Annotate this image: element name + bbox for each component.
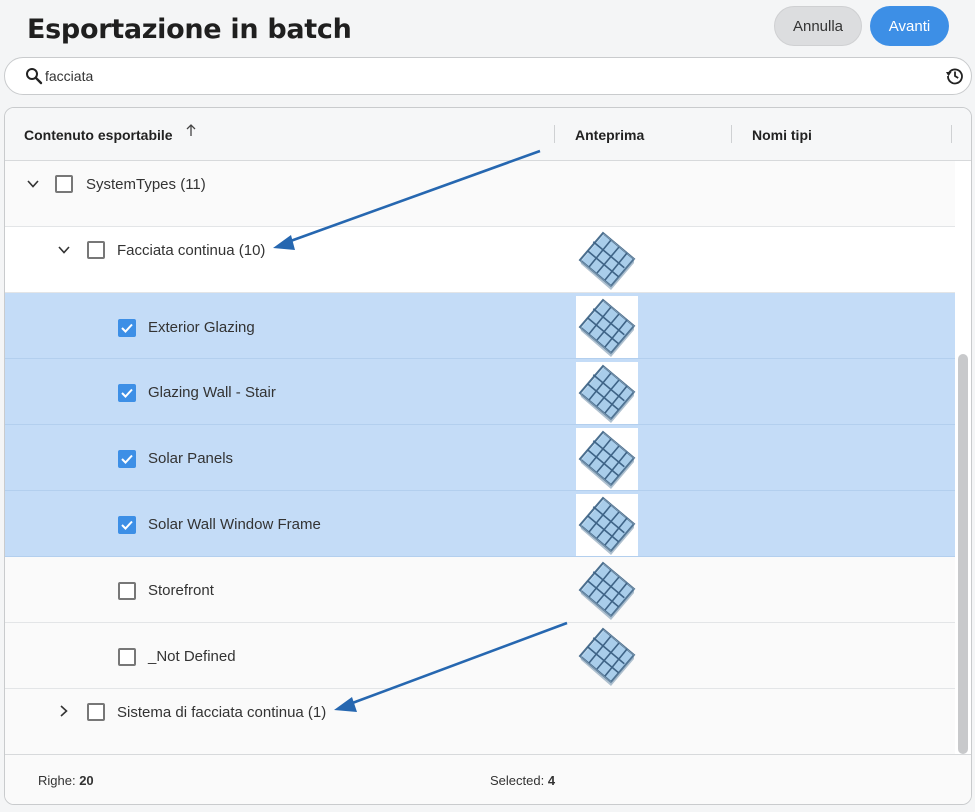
page-title: Esportazione in batch bbox=[27, 14, 352, 45]
chevron-right-icon[interactable] bbox=[57, 704, 71, 718]
curtain-wall-preview-icon bbox=[576, 362, 638, 424]
row-checkbox[interactable] bbox=[87, 703, 105, 721]
row-checkbox[interactable] bbox=[118, 516, 136, 534]
row-checkbox[interactable] bbox=[118, 319, 136, 337]
export-table: Contenuto esportabile Anteprima Nomi tip… bbox=[4, 107, 972, 805]
row-label: Storefront bbox=[148, 582, 214, 599]
curtain-wall-preview-icon bbox=[576, 625, 638, 687]
rows-count: Righe: 20 bbox=[38, 773, 94, 788]
row-checkbox[interactable] bbox=[118, 648, 136, 666]
table-row[interactable]: Exterior Glazing bbox=[5, 293, 955, 359]
chevron-down-icon[interactable] bbox=[57, 243, 71, 257]
table-row[interactable]: Solar Wall Window Frame bbox=[5, 491, 955, 557]
table-row[interactable]: Sistema di facciata continua (1) bbox=[5, 689, 955, 754]
rows-count-value: 20 bbox=[79, 773, 94, 788]
history-icon[interactable] bbox=[945, 66, 965, 86]
table-row[interactable]: _Not Defined bbox=[5, 623, 955, 689]
column-divider[interactable] bbox=[554, 125, 555, 143]
row-label: Solar Wall Window Frame bbox=[148, 516, 321, 533]
cancel-button[interactable]: Annulla bbox=[774, 6, 862, 46]
row-label: Exterior Glazing bbox=[148, 319, 255, 336]
vertical-scrollbar[interactable] bbox=[958, 354, 968, 754]
next-button[interactable]: Avanti bbox=[870, 6, 949, 46]
table-row[interactable]: SystemTypes (11) bbox=[5, 161, 955, 227]
curtain-wall-preview-icon bbox=[576, 428, 638, 490]
column-divider[interactable] bbox=[731, 125, 732, 143]
sort-up-icon[interactable] bbox=[185, 123, 197, 137]
column-divider[interactable] bbox=[951, 125, 952, 143]
row-label: SystemTypes (11) bbox=[86, 176, 206, 193]
selected-count-value: 4 bbox=[547, 773, 556, 788]
curtain-wall-preview-icon bbox=[576, 559, 638, 621]
table-header: Contenuto esportabile Anteprima Nomi tip… bbox=[5, 108, 971, 161]
row-label: _Not Defined bbox=[148, 648, 236, 665]
row-label: Solar Panels bbox=[148, 450, 234, 467]
curtain-wall-preview-icon bbox=[576, 494, 638, 556]
table-row[interactable]: Facciata continua (10) bbox=[5, 227, 955, 293]
selected-count: Selected: 4 bbox=[490, 773, 555, 788]
row-checkbox[interactable] bbox=[118, 582, 136, 600]
row-checkbox[interactable] bbox=[87, 241, 105, 259]
row-label: Facciata continua (10) bbox=[117, 242, 266, 259]
table-row[interactable]: Solar Panels bbox=[5, 425, 955, 491]
row-label: Sistema di facciata continua (1) bbox=[117, 704, 327, 721]
curtain-wall-preview-icon bbox=[576, 296, 638, 358]
search-input[interactable] bbox=[45, 66, 925, 86]
table-row[interactable]: Glazing Wall - Stair bbox=[5, 359, 955, 425]
column-header-type-names[interactable]: Nomi tipi bbox=[752, 127, 812, 143]
row-checkbox[interactable] bbox=[118, 450, 136, 468]
row-label: Glazing Wall - Stair bbox=[148, 384, 276, 401]
search-bar bbox=[4, 57, 972, 95]
column-header-content[interactable]: Contenuto esportabile bbox=[24, 127, 173, 143]
row-checkbox[interactable] bbox=[55, 175, 73, 193]
chevron-down-icon[interactable] bbox=[26, 177, 40, 191]
table-row[interactable]: Storefront bbox=[5, 557, 955, 623]
search-icon bbox=[26, 68, 43, 85]
column-header-preview[interactable]: Anteprima bbox=[575, 127, 644, 143]
row-checkbox[interactable] bbox=[118, 384, 136, 402]
curtain-wall-preview-icon bbox=[576, 229, 638, 291]
table-footer: Righe: 20 Selected: 4 bbox=[5, 754, 971, 804]
rows-count-label: Righe: bbox=[38, 773, 76, 788]
selected-count-label: Selected: bbox=[490, 773, 545, 788]
